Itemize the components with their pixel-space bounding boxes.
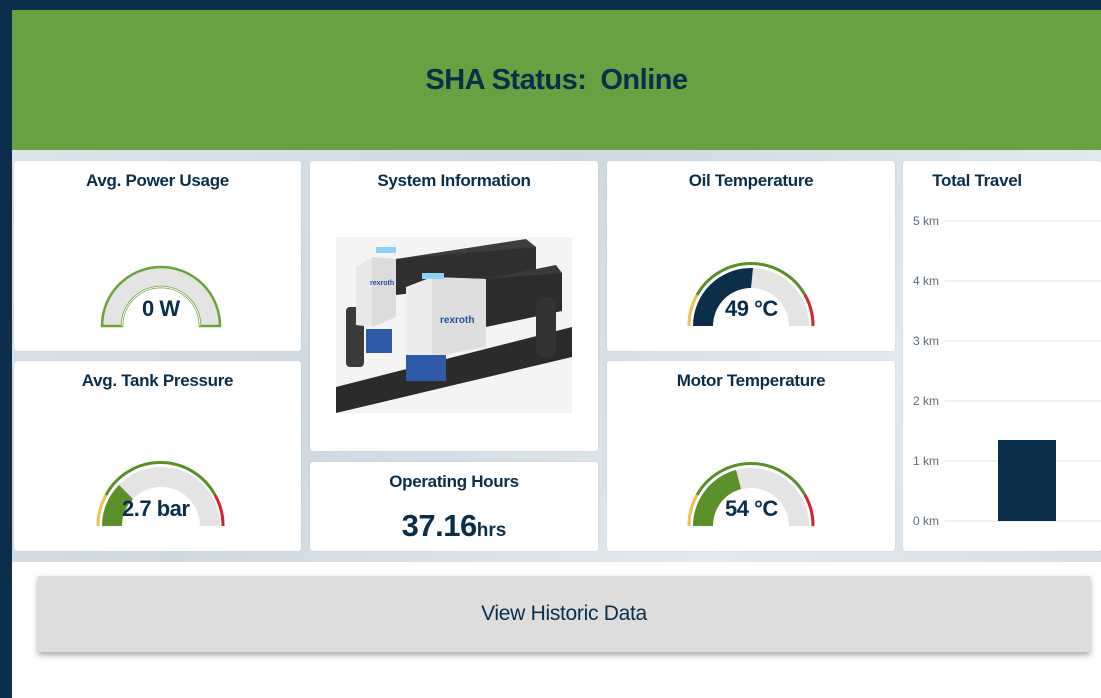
status-header: SHA Status: Online (12, 10, 1101, 150)
oil-temperature-card: Oil Temperature 49 °C (607, 161, 895, 351)
power-usage-value: 0 W (142, 296, 180, 321)
operating-hours-card: Operating Hours 37.16hrs (310, 462, 598, 551)
y-tick-label: 3 km (913, 334, 939, 348)
motor-temperature-value: 54 °C (725, 496, 778, 521)
operating-hours-number: 37.16 (401, 508, 478, 543)
motor-temperature-card: Motor Temperature 54 °C (607, 361, 895, 551)
tank-pressure-gauge (96, 461, 225, 527)
y-tick-label: 0 km (913, 514, 939, 528)
operating-hours-unit: hrs (476, 520, 507, 541)
oil-temperature-gauge (687, 261, 815, 327)
total-travel-card: Total Travel 5 km 4 km 3 km 2 km 1 km 0 km (903, 161, 1101, 551)
product-image: rexroth rexroth (336, 237, 572, 413)
operating-hours-value: 37.16hrs (310, 508, 598, 544)
system-information-title: System Information (377, 171, 531, 190)
oil-temperature-value: 49 °C (725, 296, 778, 321)
y-tick-label: 5 km (913, 214, 939, 228)
y-tick-label: 2 km (913, 394, 939, 408)
status-label: SHA Status: (425, 63, 587, 96)
dashboard-content: SHA Status: Online Avg. Power Usage 0 W … (12, 10, 1101, 698)
left-frame-strip (0, 0, 12, 698)
tank-pressure-card: Avg. Tank Pressure 2.7 bar (14, 361, 301, 551)
view-historic-data-button[interactable]: View Historic Data (38, 576, 1090, 652)
footer-panel: View Historic Data (12, 562, 1101, 698)
rexroth-logo-front: rexroth (440, 315, 474, 326)
operating-hours-title: Operating Hours (389, 472, 519, 491)
power-usage-card: Avg. Power Usage 0 W (14, 161, 301, 351)
total-travel-chart: 5 km 4 km 3 km 2 km 1 km 0 km (913, 214, 1101, 528)
y-tick-label: 1 km (913, 454, 939, 468)
status-value: Online (600, 63, 688, 96)
rexroth-logo-back: rexroth (370, 280, 394, 287)
travel-bar[interactable] (998, 440, 1056, 521)
y-tick-label: 4 km (913, 274, 939, 288)
motor-temperature-gauge (687, 461, 815, 527)
tank-pressure-value: 2.7 bar (122, 496, 190, 521)
system-information-card: System Information rexroth rexroth (310, 161, 598, 451)
power-usage-gauge (100, 265, 222, 328)
